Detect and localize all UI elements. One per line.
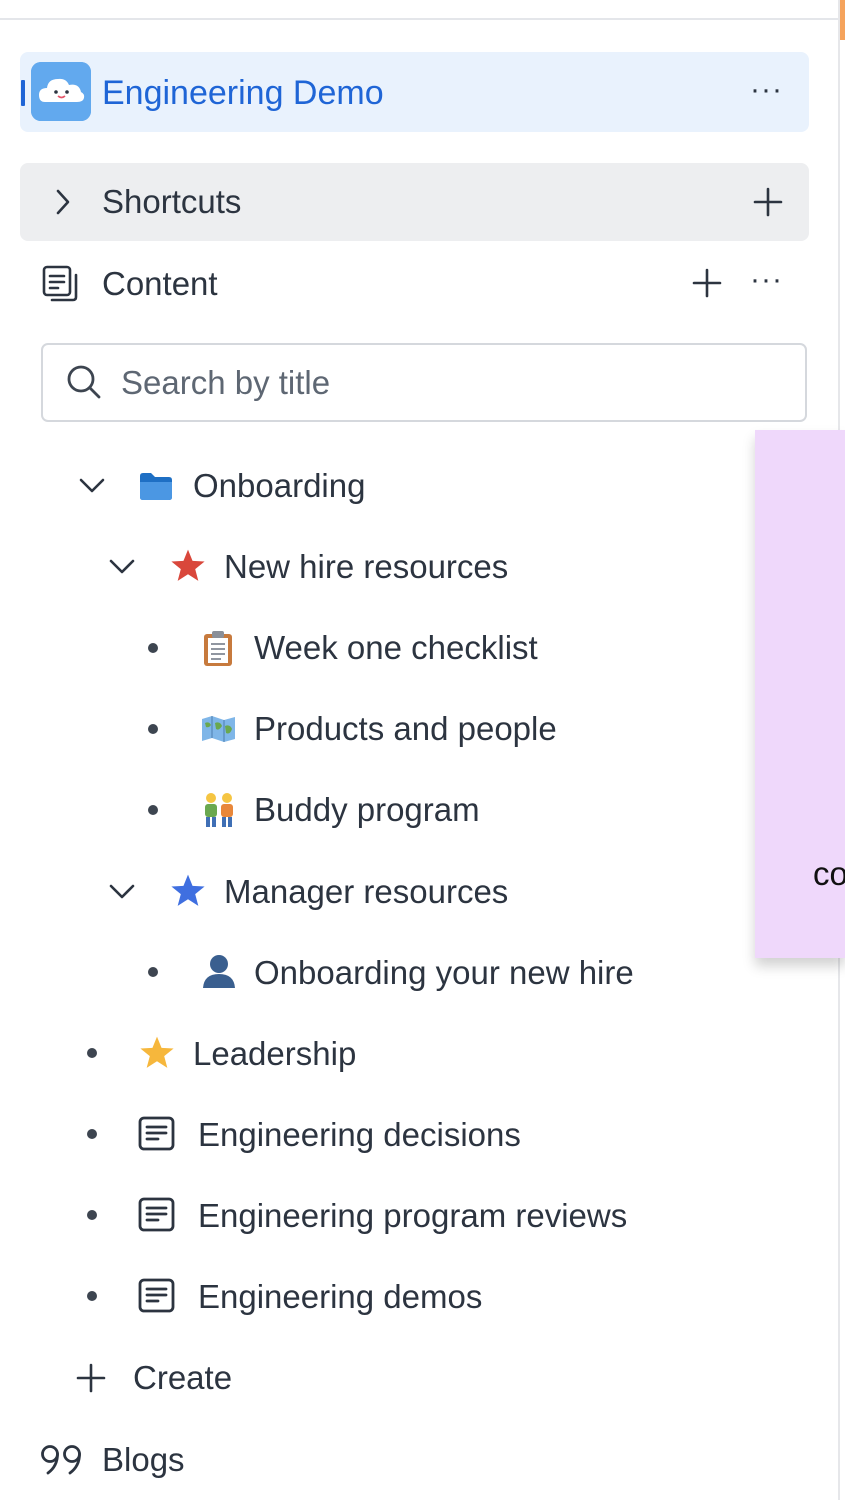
tree-item-buddy-program[interactable]: Buddy program [254, 790, 480, 830]
bullet [87, 1129, 97, 1139]
tree-item-new-hire-resources[interactable]: New hire resources [224, 547, 508, 587]
yellow-star-icon [138, 1035, 176, 1071]
create-button[interactable]: Create [133, 1358, 232, 1398]
chevron-down-icon[interactable] [108, 557, 136, 577]
bullet [87, 1048, 97, 1058]
page-icon [138, 1278, 176, 1314]
tree-item-onboarding[interactable]: Onboarding [193, 466, 365, 506]
bullet [148, 967, 158, 977]
page-icon [138, 1116, 176, 1152]
quote-icon [40, 1444, 84, 1476]
tree-item-onboarding-your-new-hire[interactable]: Onboarding your new hire [254, 953, 634, 993]
space-title[interactable]: Engineering Demo [102, 73, 384, 113]
tree-item-engineering-program-reviews[interactable]: Engineering program reviews [198, 1196, 627, 1236]
chevron-right-icon[interactable] [54, 188, 72, 216]
search-icon [65, 363, 103, 401]
shortcuts-label: Shortcuts [102, 183, 242, 220]
tree-item-leadership[interactable]: Leadership [193, 1034, 356, 1074]
more-horizontal-icon[interactable]: ··· [750, 265, 783, 295]
plus-icon[interactable] [692, 268, 722, 298]
clipboard-icon [201, 630, 235, 668]
top-divider [0, 18, 840, 20]
chevron-down-icon[interactable] [108, 882, 136, 902]
content-label: Content [102, 265, 218, 302]
chevron-down-icon[interactable] [78, 476, 106, 496]
bullet [87, 1210, 97, 1220]
blue-star-icon [169, 873, 207, 909]
search-input[interactable]: Search by title [41, 343, 807, 422]
cloud-avatar-icon[interactable] [31, 62, 91, 121]
accent-edge [840, 0, 845, 40]
more-horizontal-icon[interactable]: ··· [750, 75, 783, 105]
tree-item-engineering-demos[interactable]: Engineering demos [198, 1277, 482, 1317]
blogs-link[interactable]: Blogs [102, 1440, 185, 1480]
bullet [87, 1291, 97, 1301]
bullet [148, 805, 158, 815]
person-silhouette-icon [200, 953, 238, 989]
tree-item-engineering-decisions[interactable]: Engineering decisions [198, 1115, 521, 1155]
plus-icon[interactable] [753, 187, 783, 217]
tree-item-products-and-people[interactable]: Products and people [254, 709, 557, 749]
two-people-icon [201, 791, 237, 829]
world-map-icon [200, 714, 237, 744]
overlay-popup[interactable]: co [755, 430, 845, 958]
overlay-text: co [813, 855, 845, 892]
plus-icon[interactable] [76, 1363, 106, 1393]
folder-icon [138, 470, 174, 502]
tree-item-week-one-checklist[interactable]: Week one checklist [254, 628, 538, 668]
content-pages-icon [42, 265, 82, 303]
page-icon [138, 1197, 176, 1233]
tree-item-manager-resources[interactable]: Manager resources [224, 872, 508, 912]
red-star-icon [169, 548, 207, 584]
search-placeholder: Search by title [121, 364, 331, 401]
bullet [148, 724, 158, 734]
active-marker [21, 80, 25, 106]
bullet [148, 643, 158, 653]
